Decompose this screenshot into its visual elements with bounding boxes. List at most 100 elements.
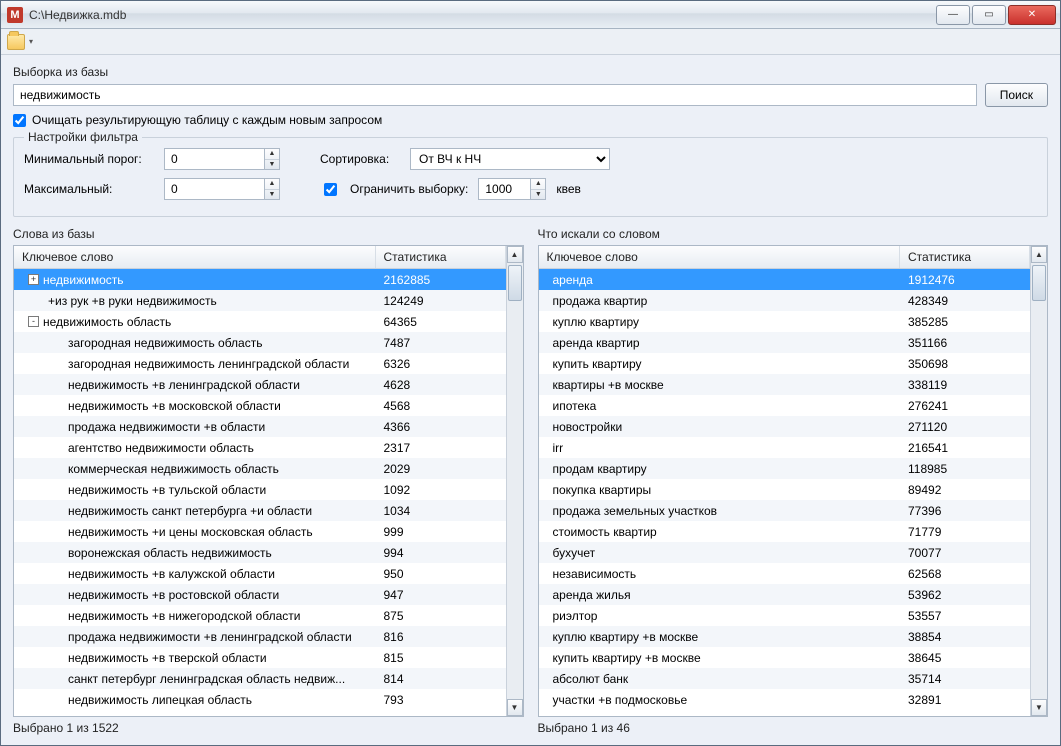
table-row[interactable]: продам квартиру118985 [539, 458, 1031, 479]
right-scrollbar[interactable]: ▲ ▼ [1030, 246, 1047, 716]
scroll-up-icon[interactable]: ▲ [507, 246, 523, 263]
stat-value: 1912476 [900, 271, 1030, 289]
collapse-icon[interactable]: - [28, 316, 39, 327]
stat-value: 814 [376, 670, 506, 688]
min-threshold-input[interactable] [164, 148, 264, 170]
right-grid-body[interactable]: аренда1912476продажа квартир428349куплю … [539, 269, 1031, 716]
left-col-stat[interactable]: Статистика [376, 246, 506, 268]
table-row[interactable]: недвижимость +и цены московская область9… [14, 521, 506, 542]
limit-checkbox[interactable] [324, 183, 337, 196]
left-scrollbar[interactable]: ▲ ▼ [506, 246, 523, 716]
content-area: Выборка из базы Поиск Очищать результиру… [1, 55, 1060, 745]
table-row[interactable]: недвижимость +в ленинградской области462… [14, 374, 506, 395]
close-button[interactable]: ✕ [1008, 5, 1056, 25]
expand-icon[interactable]: + [28, 274, 39, 285]
table-row[interactable]: загородная недвижимость область7487 [14, 332, 506, 353]
table-row[interactable]: стоимость квартир71779 [539, 521, 1031, 542]
stat-value: 428349 [900, 292, 1030, 310]
clear-results-checkbox[interactable] [13, 114, 26, 127]
table-row[interactable]: продажа недвижимости +в области4366 [14, 416, 506, 437]
search-section-label: Выборка из базы [13, 65, 1048, 79]
table-row[interactable]: аренда 1912476 [539, 269, 1031, 290]
spin-down-icon[interactable]: ▼ [265, 160, 279, 170]
table-row[interactable]: загородная недвижимость ленинградской об… [14, 353, 506, 374]
table-row[interactable]: покупка квартиры89492 [539, 479, 1031, 500]
scroll-down-icon[interactable]: ▼ [507, 699, 523, 716]
table-row[interactable]: квартиры +в москве338119 [539, 374, 1031, 395]
spin-down-icon[interactable]: ▼ [265, 190, 279, 200]
keyword-text: абсолют банк [553, 672, 629, 686]
table-row[interactable]: недвижимость +в тульской области1092 [14, 479, 506, 500]
minimize-button[interactable]: — [936, 5, 970, 25]
search-button[interactable]: Поиск [985, 83, 1048, 107]
limit-input[interactable] [478, 178, 530, 200]
right-grid: Ключевое слово Статистика аренда1912476п… [538, 245, 1049, 717]
stat-value: 77396 [900, 502, 1030, 520]
scroll-down-icon[interactable]: ▼ [1031, 699, 1047, 716]
table-row[interactable]: недвижимость +в тверской области815 [14, 647, 506, 668]
keyword-text: аренда [553, 273, 593, 287]
table-row[interactable]: купить квартиру350698 [539, 353, 1031, 374]
table-row[interactable]: недвижимость +в московской области4568 [14, 395, 506, 416]
spin-up-icon[interactable]: ▲ [265, 179, 279, 190]
table-row[interactable]: недвижимость липецкая область793 [14, 689, 506, 710]
right-col-key[interactable]: Ключевое слово [539, 246, 901, 268]
table-row[interactable]: недвижимость санкт петербурга +и области… [14, 500, 506, 521]
table-row[interactable]: недвижимость +в ростовской области947 [14, 584, 506, 605]
table-row[interactable]: +из рук +в руки недвижимость124249 [14, 290, 506, 311]
right-col-stat[interactable]: Статистика [900, 246, 1030, 268]
left-grid-body[interactable]: +недвижимость2162885+из рук +в руки недв… [14, 269, 506, 716]
table-row[interactable]: -недвижимость область64365 [14, 311, 506, 332]
table-row[interactable]: коммерческая недвижимость область2029 [14, 458, 506, 479]
search-input[interactable] [13, 84, 977, 106]
app-icon: M [7, 7, 23, 23]
table-row[interactable]: новостройки271120 [539, 416, 1031, 437]
table-row[interactable]: +недвижимость2162885 [14, 269, 506, 290]
right-grid-header: Ключевое слово Статистика [539, 246, 1031, 269]
scroll-track[interactable] [1031, 263, 1047, 699]
table-row[interactable]: агентство недвижимости область2317 [14, 437, 506, 458]
scroll-up-icon[interactable]: ▲ [1031, 246, 1047, 263]
table-row[interactable]: санкт петербург ленинградская область не… [14, 668, 506, 689]
stat-value: 816 [376, 628, 506, 646]
left-status: Выбрано 1 из 1522 [13, 721, 524, 735]
table-row[interactable]: куплю квартиру385285 [539, 311, 1031, 332]
max-threshold-input[interactable] [164, 178, 264, 200]
limit-stepper[interactable]: ▲▼ [478, 178, 546, 200]
filter-settings: Настройки фильтра Минимальный порог: ▲▼ … [13, 137, 1048, 217]
keyword-text: продажа земельных участков [553, 504, 718, 518]
table-row[interactable]: недвижимость +в калужской области950 [14, 563, 506, 584]
open-folder-dropdown-icon[interactable]: ▾ [29, 37, 33, 46]
spin-down-icon[interactable]: ▼ [531, 190, 545, 200]
spin-up-icon[interactable]: ▲ [531, 179, 545, 190]
table-row[interactable]: риэлтор53557 [539, 605, 1031, 626]
table-row[interactable]: аренда квартир351166 [539, 332, 1031, 353]
table-row[interactable]: независимость62568 [539, 563, 1031, 584]
table-row[interactable]: абсолют банк35714 [539, 668, 1031, 689]
table-row[interactable]: продажа недвижимости +в ленинградской об… [14, 626, 506, 647]
left-col-key[interactable]: Ключевое слово [14, 246, 376, 268]
open-folder-icon[interactable] [7, 34, 25, 50]
sort-select[interactable]: От ВЧ к НЧ [410, 148, 610, 170]
table-row[interactable]: продажа квартир428349 [539, 290, 1031, 311]
table-row[interactable]: аренда жилья53962 [539, 584, 1031, 605]
keyword-text: загородная недвижимость область [68, 336, 262, 350]
table-row[interactable]: продажа земельных участков 77396 [539, 500, 1031, 521]
table-row[interactable]: воронежская область недвижимость994 [14, 542, 506, 563]
table-row[interactable]: недвижимость +в нижегородской области875 [14, 605, 506, 626]
spin-up-icon[interactable]: ▲ [265, 149, 279, 160]
scroll-thumb[interactable] [1032, 265, 1046, 301]
right-column: Что искали со словом Ключевое слово Стат… [538, 225, 1049, 735]
min-threshold-stepper[interactable]: ▲▼ [164, 148, 280, 170]
table-row[interactable]: купить квартиру +в москве38645 [539, 647, 1031, 668]
table-row[interactable]: ипотека276241 [539, 395, 1031, 416]
scroll-thumb[interactable] [508, 265, 522, 301]
search-row: Поиск [13, 83, 1048, 107]
table-row[interactable]: irr216541 [539, 437, 1031, 458]
table-row[interactable]: куплю квартиру +в москве38854 [539, 626, 1031, 647]
maximize-button[interactable]: ▭ [972, 5, 1006, 25]
scroll-track[interactable] [507, 263, 523, 699]
max-threshold-stepper[interactable]: ▲▼ [164, 178, 280, 200]
table-row[interactable]: бухучет70077 [539, 542, 1031, 563]
table-row[interactable]: участки +в подмосковье32891 [539, 689, 1031, 710]
